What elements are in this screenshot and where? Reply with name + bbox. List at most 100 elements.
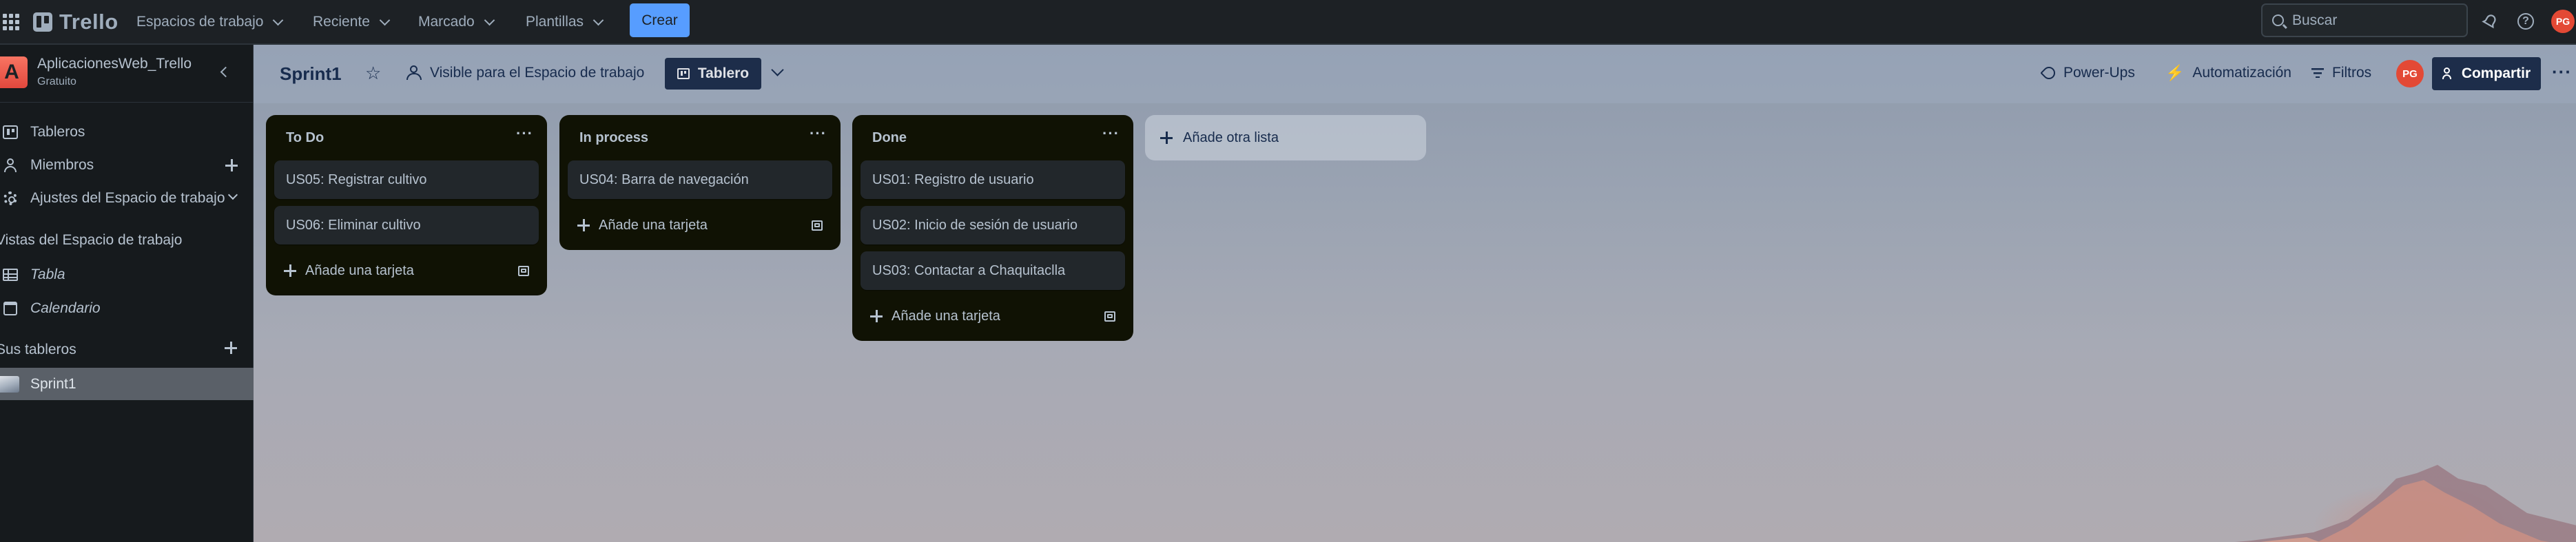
plus-icon xyxy=(1160,132,1173,144)
sidebar-item-table-view[interactable]: Tabla xyxy=(0,259,254,291)
members-icon xyxy=(3,158,18,173)
card[interactable]: US03: Contactar a Chaquitaclla xyxy=(861,251,1125,290)
board-canvas: Sprint1 ☆ Visible para el Espacio de tra… xyxy=(254,45,2576,542)
search-icon xyxy=(2272,14,2284,26)
board-view-button[interactable]: Tablero xyxy=(665,58,761,90)
add-card-button[interactable]: Añade una tarjeta xyxy=(568,206,832,244)
calendar-icon xyxy=(3,301,18,316)
user-avatar[interactable]: PG xyxy=(2551,10,2575,33)
share-button[interactable]: Compartir xyxy=(2432,57,2541,90)
card-template-icon[interactable] xyxy=(1104,311,1115,322)
menu-templates[interactable]: Plantillas xyxy=(526,9,604,35)
list-header: Done ··· xyxy=(861,115,1125,160)
board-thumbnail xyxy=(0,375,19,393)
app-switcher-icon[interactable] xyxy=(3,14,19,30)
workspace-views-heading: Vistas del Espacio de trabajo xyxy=(0,232,183,248)
card-template-icon[interactable] xyxy=(812,220,823,231)
workspace-plan: Gratuito xyxy=(37,76,76,87)
menu-templates-label: Plantillas xyxy=(526,14,584,30)
sidebar-item-boards[interactable]: Tableros xyxy=(0,116,254,148)
list-in-process: In process ··· US04: Barra de navegación… xyxy=(559,115,841,250)
add-card-label: Añade una tarjeta xyxy=(305,262,414,278)
your-boards-heading: Sus tableros xyxy=(0,342,76,357)
visibility-label: Visible para el Espacio de trabajo xyxy=(430,65,645,81)
menu-workspaces-label: Espacios de trabajo xyxy=(136,14,264,30)
automation-button[interactable]: ⚡ Automatización xyxy=(2165,63,2291,83)
mountain-background-image xyxy=(2235,465,2576,542)
sidebar-item-members[interactable]: Miembros xyxy=(0,149,254,181)
workspace-header: A AplicacionesWeb_Trello Gratuito xyxy=(0,45,254,103)
list-header: To Do ··· xyxy=(274,115,539,160)
lightning-bolt-icon: ⚡ xyxy=(2165,64,2185,81)
chevron-down-icon xyxy=(273,14,284,25)
add-list-button[interactable]: Añade otra lista xyxy=(1145,115,1426,160)
powerups-button[interactable]: Power-Ups xyxy=(2040,63,2135,83)
collapse-sidebar-icon[interactable] xyxy=(215,63,233,81)
trello-logo-icon xyxy=(33,12,52,32)
list-header: In process ··· xyxy=(568,115,832,160)
star-icon[interactable]: ☆ xyxy=(365,63,381,84)
plus-icon xyxy=(870,310,883,322)
plus-icon xyxy=(284,264,296,277)
add-card-label: Añade una tarjeta xyxy=(599,217,708,233)
add-person-icon xyxy=(2442,67,2455,80)
workspace-name[interactable]: AplicacionesWeb_Trello xyxy=(37,56,192,72)
card[interactable]: US06: Eliminar cultivo xyxy=(274,206,539,244)
top-navigation: Trello Espacios de trabajo Reciente Marc… xyxy=(0,0,2576,45)
search-box[interactable] xyxy=(2261,3,2468,37)
chevron-down-icon xyxy=(379,14,391,25)
add-card-button[interactable]: Añade una tarjeta xyxy=(861,297,1125,335)
plus-icon xyxy=(577,219,590,231)
table-icon xyxy=(3,267,18,282)
sidebar-board-sprint1[interactable]: Sprint1 xyxy=(0,368,254,400)
board-member-avatar[interactable]: PG xyxy=(2396,60,2424,87)
list-menu-icon[interactable]: ··· xyxy=(810,125,827,143)
list-menu-icon[interactable]: ··· xyxy=(516,125,533,143)
add-board-plus-icon[interactable] xyxy=(223,340,238,355)
more-options-icon[interactable]: ··· xyxy=(2552,61,2572,83)
menu-workspaces[interactable]: Espacios de trabajo xyxy=(136,9,284,35)
filters-button[interactable]: Filtros xyxy=(2311,63,2371,83)
board-title[interactable]: Sprint1 xyxy=(280,63,342,85)
list-menu-icon[interactable]: ··· xyxy=(1102,125,1120,143)
share-label: Compartir xyxy=(2461,65,2531,81)
add-card-button[interactable]: Añade una tarjeta xyxy=(274,251,539,290)
sidebar: A AplicacionesWeb_Trello Gratuito Tabler… xyxy=(0,45,254,542)
board-view-icon xyxy=(677,68,690,79)
gear-icon xyxy=(3,191,18,206)
add-member-plus-icon[interactable] xyxy=(224,158,239,173)
powerups-label: Power-Ups xyxy=(2063,65,2135,81)
list-title[interactable]: In process xyxy=(579,130,648,146)
board-icon xyxy=(3,125,18,140)
create-button[interactable]: Crear xyxy=(630,3,690,37)
automation-label: Automatización xyxy=(2192,65,2291,81)
visibility-button[interactable]: Visible para el Espacio de trabajo xyxy=(406,63,644,83)
notifications-bell-icon[interactable] xyxy=(2479,10,2501,32)
sidebar-item-label: Miembros xyxy=(30,157,94,173)
search-input[interactable] xyxy=(2292,12,2451,29)
card[interactable]: US01: Registro de usuario xyxy=(861,160,1125,199)
list-done: Done ··· US01: Registro de usuario US02:… xyxy=(852,115,1133,341)
logo-text: Trello xyxy=(59,10,119,34)
list-title[interactable]: To Do xyxy=(286,130,324,146)
menu-recent[interactable]: Reciente xyxy=(313,9,391,35)
card[interactable]: US02: Inicio de sesión de usuario xyxy=(861,206,1125,244)
workspace-avatar[interactable]: A xyxy=(0,56,28,88)
help-icon[interactable]: ? xyxy=(2515,10,2537,32)
chevron-down-icon[interactable] xyxy=(771,63,784,76)
card[interactable]: US05: Registrar cultivo xyxy=(274,160,539,199)
rocket-icon xyxy=(2040,64,2058,82)
chevron-down-icon[interactable] xyxy=(227,189,238,200)
sidebar-item-calendar-view[interactable]: Calendario xyxy=(0,293,254,324)
list-todo: To Do ··· US05: Registrar cultivo US06: … xyxy=(266,115,547,295)
card-template-icon[interactable] xyxy=(518,265,529,276)
trello-logo[interactable]: Trello xyxy=(33,9,119,35)
workspace-visibility-icon xyxy=(406,65,422,81)
card[interactable]: US04: Barra de navegación xyxy=(568,160,832,199)
menu-starred-label: Marcado xyxy=(418,14,475,30)
filters-label: Filtros xyxy=(2332,65,2372,81)
menu-starred[interactable]: Marcado xyxy=(418,9,495,35)
sidebar-item-workspace-settings[interactable]: Ajustes del Espacio de trabajo xyxy=(0,183,254,214)
board-view-label: Tablero xyxy=(697,65,750,81)
list-title[interactable]: Done xyxy=(872,130,907,146)
